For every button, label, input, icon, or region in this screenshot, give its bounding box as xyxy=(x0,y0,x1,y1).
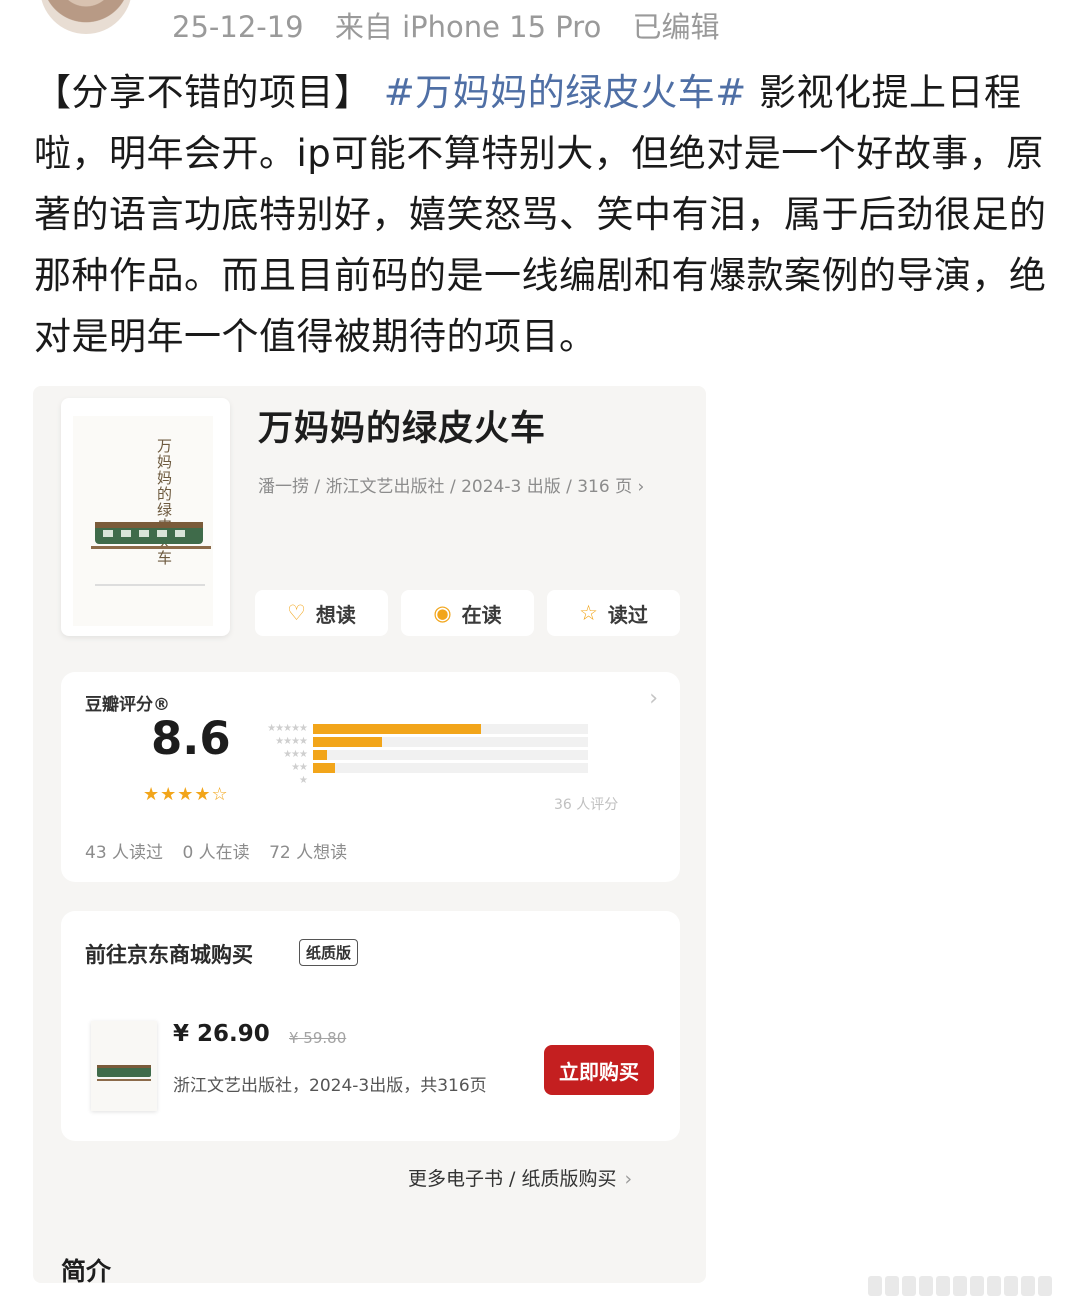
dist-fill-4 xyxy=(313,736,382,747)
dist-fill-2 xyxy=(313,762,335,773)
book-cover[interactable]: 万妈妈的绿皮火车 xyxy=(61,398,230,636)
dist-stars-1: ★ xyxy=(299,775,308,786)
dist-bar-2 xyxy=(313,762,588,773)
chevron-right-icon: › xyxy=(624,1168,633,1190)
rating-card[interactable]: 豆瓣评分® › 8.6 ★★★★☆ ★★★★★ ★★★★ ★★★ ★★ ★ 36… xyxy=(61,672,680,882)
post-source: 来自 iPhone 15 Pro xyxy=(334,10,602,44)
dist-stars-3: ★★★ xyxy=(283,749,308,760)
dist-bar-4 xyxy=(313,736,588,747)
intro-heading: 简介 xyxy=(61,1257,112,1283)
reading-button[interactable]: ◉ 在读 xyxy=(401,590,534,636)
star-icon: ☆ xyxy=(579,601,598,625)
reading-count[interactable]: 0 人在读 xyxy=(182,843,249,863)
dist-row-5: ★★★★★ xyxy=(253,722,598,735)
mini-train-icon xyxy=(97,1065,151,1081)
dist-row-2: ★★ xyxy=(253,761,598,774)
reading-label: 在读 xyxy=(461,602,502,627)
reading-icon: ◉ xyxy=(433,601,452,625)
book-meta[interactable]: 潘一捞 / 浙江文艺出版社 / 2024-3 出版 / 316 页 › xyxy=(258,472,644,497)
post-text-before: 【分享不错的项目】 xyxy=(34,71,384,114)
dist-row-3: ★★★ xyxy=(253,748,598,761)
purchase-card: 前往京东商城购买 纸质版 ¥ 26.90 ¥ 59.80 浙江文艺出版社，202… xyxy=(61,911,680,1141)
dist-fill-5 xyxy=(313,723,481,734)
more-purchase-label: 更多电子书 / 纸质版购买 xyxy=(408,1168,617,1190)
dist-bar-1 xyxy=(313,776,588,786)
post-text-after: 影视化提上日程啦，明年会开。ip可能不算特别大，但绝对是一个好故事，原著的语言功… xyxy=(34,71,1047,358)
price: ¥ 26.90 xyxy=(173,1021,270,1047)
want-count[interactable]: 72 人想读 xyxy=(269,843,347,863)
dist-stars-4: ★★★★ xyxy=(275,736,308,747)
embedded-screenshot[interactable]: 万妈妈的绿皮火车 万妈妈的绿皮火车 潘一捞 / 浙江文艺出版社 / 2024-3… xyxy=(33,386,706,1283)
rating-stars: ★★★★☆ xyxy=(143,784,229,805)
book-meta-text: 潘一捞 / 浙江文艺出版社 / 2024-3 出版 / 316 页 xyxy=(258,477,633,497)
chevron-right-icon: › xyxy=(649,686,658,711)
purchase-heading: 前往京东商城购买 xyxy=(85,943,253,967)
dist-row-4: ★★★★ xyxy=(253,735,598,748)
dist-stars-5: ★★★★★ xyxy=(267,723,308,734)
watermark-block xyxy=(1038,1276,1052,1296)
watermark-block xyxy=(868,1276,882,1296)
book-cover-art: 万妈妈的绿皮火车 xyxy=(73,416,213,626)
avatar[interactable] xyxy=(40,0,132,34)
have-read-label: 读过 xyxy=(607,602,648,627)
heart-plus-icon: ♡ xyxy=(287,601,306,625)
watermark-block xyxy=(1004,1276,1018,1296)
buy-now-button[interactable]: 立即购买 xyxy=(544,1045,654,1095)
post-text: 【分享不错的项目】 #万妈妈的绿皮火车# 影视化提上日程啦，明年会开。ip可能不… xyxy=(34,62,1054,367)
watermark-block xyxy=(1021,1276,1035,1296)
cover-decoration xyxy=(95,584,205,614)
post-meta-text: 25-12-19 来自 iPhone 15 Pro 已编辑 xyxy=(172,4,742,46)
publisher-line: 浙江文艺出版社，2024-3出版，共316页 xyxy=(173,1076,487,1096)
hashtag-link[interactable]: #万妈妈的绿皮火车# xyxy=(384,71,747,114)
watermark-block xyxy=(902,1276,916,1296)
watermark-block xyxy=(919,1276,933,1296)
post-date: 25-12-19 xyxy=(172,10,304,44)
original-price: ¥ 59.80 xyxy=(289,1029,347,1047)
chevron-right-icon: › xyxy=(637,477,645,497)
read-stats: 43 人读过 0 人在读 72 人想读 xyxy=(85,838,361,863)
train-icon xyxy=(91,522,211,549)
dist-bar-3 xyxy=(313,749,588,760)
mini-book-cover xyxy=(91,1021,157,1111)
have-read-button[interactable]: ☆ 读过 xyxy=(547,590,680,636)
watermark-block xyxy=(953,1276,967,1296)
want-to-read-label: 想读 xyxy=(315,602,356,627)
want-to-read-button[interactable]: ♡ 想读 xyxy=(255,590,388,636)
read-count[interactable]: 43 人读过 xyxy=(85,843,163,863)
rating-score: 8.6 xyxy=(151,712,231,765)
rating-distribution: ★★★★★ ★★★★ ★★★ ★★ ★ xyxy=(253,722,598,787)
post-meta: 25-12-19 来自 iPhone 15 Pro 已编辑 xyxy=(0,0,1080,44)
book-title: 万妈妈的绿皮火车 xyxy=(258,409,547,449)
dist-stars-2: ★★ xyxy=(291,762,308,773)
watermark-block xyxy=(987,1276,1001,1296)
watermark-block xyxy=(936,1276,950,1296)
dist-bar-5 xyxy=(313,723,588,734)
dist-row-1: ★ xyxy=(253,774,598,787)
watermark-strip xyxy=(868,1276,1052,1296)
watermark-block xyxy=(885,1276,899,1296)
edition-tag: 纸质版 xyxy=(299,939,359,966)
dist-fill-3 xyxy=(313,749,327,760)
rating-count: 36 人评分 xyxy=(554,797,619,813)
post-edited: 已编辑 xyxy=(632,10,720,44)
more-purchase-link[interactable]: 更多电子书 / 纸质版购买 › xyxy=(408,1164,632,1191)
watermark-block xyxy=(970,1276,984,1296)
